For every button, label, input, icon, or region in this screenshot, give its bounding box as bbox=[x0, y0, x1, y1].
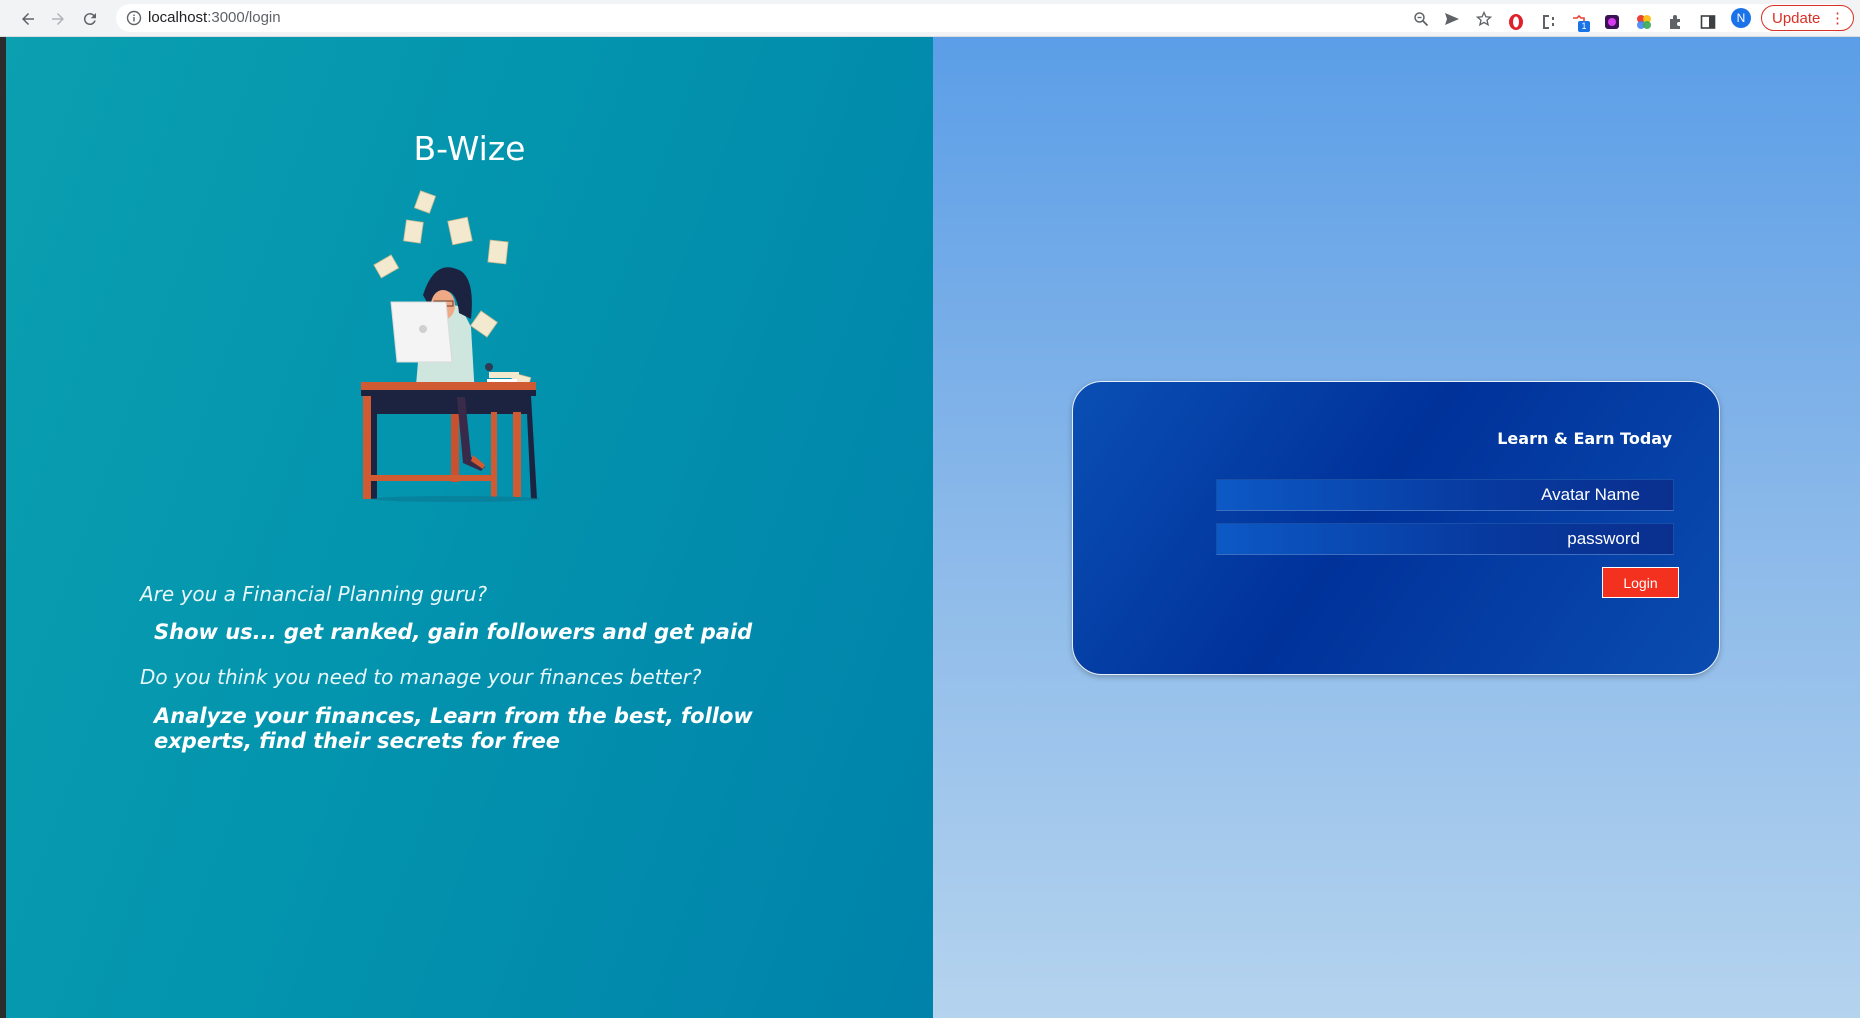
hero-panel: B-Wize Are you a Financial Planning guru… bbox=[6, 37, 933, 1018]
opera-extension-icon[interactable] bbox=[1506, 12, 1526, 32]
avatar-name-input[interactable] bbox=[1216, 479, 1674, 511]
profile-avatar[interactable]: N bbox=[1731, 8, 1751, 28]
color-wheel-extension-icon[interactable] bbox=[1634, 12, 1654, 32]
send-icon[interactable] bbox=[1443, 10, 1461, 28]
finances-answer: Analyze your finances, Learn from the be… bbox=[154, 704, 753, 753]
puzzle-badge-extension-icon[interactable]: 1 bbox=[1570, 12, 1590, 32]
address-bar[interactable]: localhost:3000/login 1 bbox=[116, 4, 1846, 32]
guru-answer: Show us... get ranked, gain followers an… bbox=[154, 620, 753, 644]
login-button[interactable]: Login bbox=[1602, 567, 1679, 598]
login-card: Learn & Earn Today Login bbox=[1072, 381, 1720, 675]
zoom-icon[interactable] bbox=[1412, 10, 1430, 28]
finances-question: Do you think you need to manage your fin… bbox=[140, 665, 702, 689]
star-icon[interactable] bbox=[1475, 10, 1493, 28]
password-input[interactable] bbox=[1216, 523, 1674, 555]
record-extension-icon[interactable] bbox=[1602, 12, 1622, 32]
brand-title: B-Wize bbox=[413, 129, 526, 168]
login-panel: Learn & Earn Today Login bbox=[933, 37, 1860, 1018]
side-panel-icon[interactable] bbox=[1698, 12, 1718, 32]
back-arrow-icon[interactable] bbox=[16, 7, 40, 31]
browser-toolbar: localhost:3000/login 1 N Update ⋮ bbox=[0, 0, 1860, 37]
url-path: :3000/login bbox=[207, 9, 281, 26]
extension-count-badge: 1 bbox=[1578, 21, 1590, 32]
extensions-puzzle-icon[interactable] bbox=[1666, 12, 1686, 32]
reload-icon[interactable] bbox=[78, 7, 102, 31]
info-icon[interactable] bbox=[126, 10, 142, 26]
url-text: localhost:3000/login bbox=[148, 9, 281, 26]
update-button-label: Update bbox=[1772, 9, 1821, 27]
login-card-title: Learn & Earn Today bbox=[1497, 429, 1672, 448]
code-extension-icon[interactable] bbox=[1538, 12, 1558, 32]
update-button[interactable]: Update ⋮ bbox=[1761, 5, 1854, 31]
forward-arrow-icon[interactable] bbox=[46, 7, 70, 31]
woman-at-desk-illustration bbox=[361, 190, 541, 502]
guru-question: Are you a Financial Planning guru? bbox=[140, 582, 488, 606]
url-host: localhost bbox=[148, 9, 208, 26]
kebab-menu-icon[interactable]: ⋮ bbox=[1830, 9, 1845, 27]
